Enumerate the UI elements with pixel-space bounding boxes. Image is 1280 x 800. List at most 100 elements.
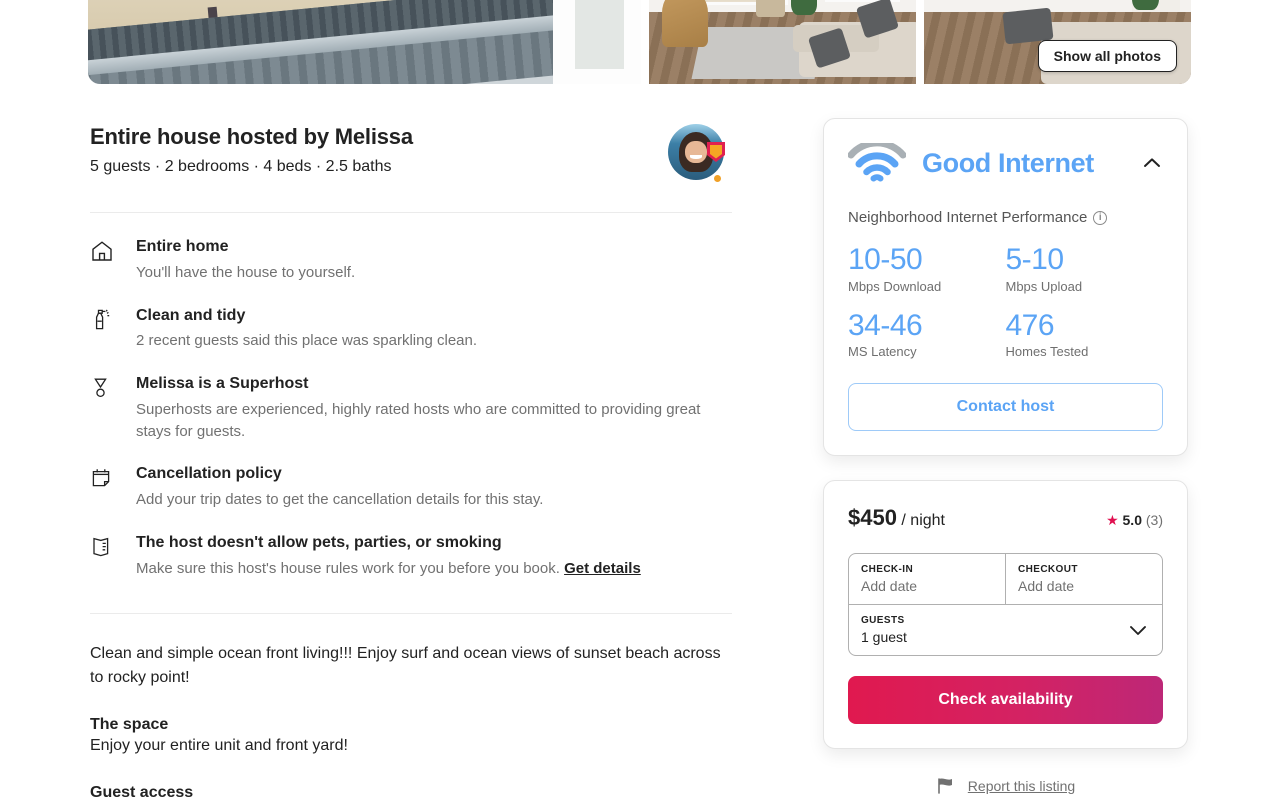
photo-layer bbox=[662, 0, 708, 47]
house-rules-icon bbox=[90, 533, 114, 580]
price-block: $450 / night bbox=[848, 505, 945, 531]
guests-label: GUESTS bbox=[861, 615, 905, 626]
divider bbox=[90, 212, 732, 213]
feature-item-house-rules: The host doesn't allow pets, parties, or… bbox=[90, 533, 732, 580]
internet-stat: 5-10 Mbps Upload bbox=[1006, 244, 1164, 294]
flag-icon bbox=[937, 778, 952, 794]
internet-performance-row: Neighborhood Internet Performance i bbox=[848, 209, 1163, 226]
feature-desc: 2 recent guests said this place was spar… bbox=[136, 332, 478, 350]
gallery-photo-living-room[interactable] bbox=[649, 0, 916, 84]
rating-block[interactable]: ★ 5.0 (3) bbox=[1106, 512, 1163, 529]
gallery-photo-dining-area[interactable]: Show all photos bbox=[924, 0, 1191, 84]
about-section: Clean and simple ocean front living!!! E… bbox=[90, 642, 732, 800]
stat-label: Mbps Download bbox=[848, 278, 942, 294]
guests-field[interactable]: GUESTS 1 guest bbox=[849, 604, 1162, 655]
booking-card: $450 / night ★ 5.0 (3) CHECK-IN Add date bbox=[823, 480, 1188, 749]
date-fields-row: CHECK-IN Add date CHECKOUT Add date bbox=[849, 554, 1162, 604]
feature-text: Clean and tidy 2 recent guests said this… bbox=[136, 306, 477, 353]
chevron-up-icon[interactable] bbox=[1141, 152, 1163, 174]
feature-item-entire-home: Entire home You'll have the house to you… bbox=[90, 237, 732, 284]
photo-layer bbox=[574, 0, 625, 70]
feature-desc: You'll have the house to yourself. bbox=[136, 263, 356, 281]
photo-layer bbox=[1002, 7, 1054, 45]
checkout-field[interactable]: CHECKOUT Add date bbox=[1006, 554, 1162, 604]
feature-text: Melissa is a Superhost Superhosts are ex… bbox=[136, 374, 732, 442]
star-icon: ★ bbox=[1106, 512, 1119, 528]
about-heading-the-space: The space bbox=[90, 716, 169, 734]
feature-item-cancellation-policy: Cancellation policy Add your trip dates … bbox=[90, 464, 732, 511]
listing-details: Entire house hosted by Melissa 5 guests … bbox=[90, 124, 732, 800]
feature-item-superhost: Melissa is a Superhost Superhosts are ex… bbox=[90, 374, 732, 442]
internet-stat: 34-46 MS Latency bbox=[848, 308, 1006, 359]
feature-text: Entire home You'll have the house to you… bbox=[136, 237, 355, 284]
host-avatar-wrap[interactable] bbox=[668, 124, 725, 184]
booking-fields: CHECK-IN Add date CHECKOUT Add date GUES… bbox=[848, 553, 1163, 656]
internet-title: Good Internet bbox=[922, 147, 1094, 178]
price-unit: / night bbox=[901, 512, 945, 529]
feature-list: Entire home You'll have the house to you… bbox=[90, 237, 732, 579]
host-header: Entire house hosted by Melissa 5 guests … bbox=[90, 124, 732, 184]
checkout-value: Add date bbox=[1018, 578, 1075, 594]
stat-value: 34-46 bbox=[848, 308, 923, 342]
photo-gallery: Show all photos bbox=[88, 0, 1191, 84]
host-heading-text: Entire house hosted by Melissa 5 guests … bbox=[90, 124, 413, 176]
stat-label: Mbps Upload bbox=[1005, 278, 1083, 294]
feature-item-clean-and-tidy: Clean and tidy 2 recent guests said this… bbox=[90, 306, 732, 353]
checkout-label: CHECKOUT bbox=[1018, 564, 1078, 575]
feature-title: Cancellation policy bbox=[136, 465, 282, 483]
contact-host-button[interactable]: Contact host bbox=[848, 383, 1163, 431]
rating-score: 5.0 bbox=[1122, 512, 1142, 528]
checkin-label: CHECK-IN bbox=[861, 564, 914, 575]
gallery-photo-beach-deck-view[interactable] bbox=[88, 0, 641, 84]
feature-title: Clean and tidy bbox=[136, 306, 246, 324]
sidebar: Good Internet Neighborhood Internet Perf… bbox=[823, 118, 1188, 795]
internet-stat: 476 Homes Tested bbox=[1005, 308, 1164, 359]
guests-text: GUESTS 1 guest bbox=[861, 615, 1126, 645]
divider bbox=[90, 613, 732, 615]
spray-bottle-icon bbox=[90, 306, 114, 353]
feature-title: The host doesn't allow pets, parties, or… bbox=[136, 533, 502, 551]
superhost-medal-icon bbox=[90, 374, 114, 442]
calendar-icon bbox=[90, 464, 114, 511]
report-listing-link[interactable]: Report this listing bbox=[968, 778, 1075, 794]
avatar-part bbox=[685, 140, 707, 164]
photo-layer bbox=[755, 0, 786, 18]
property-summary: 5 guests · 2 bedrooms · 4 beds · 2.5 bat… bbox=[90, 158, 392, 175]
superhost-badge-icon bbox=[707, 142, 725, 162]
listing-page: Show all photos Entire house hosted by M… bbox=[0, 0, 1280, 800]
about-body-the-space: Enjoy your entire unit and front yard! bbox=[90, 737, 348, 755]
report-listing-row[interactable]: Report this listing bbox=[823, 777, 1188, 795]
price-row: $450 / night ★ 5.0 (3) bbox=[848, 505, 1163, 531]
stat-value: 476 bbox=[1005, 308, 1055, 342]
guests-value: 1 guest bbox=[861, 629, 907, 645]
stat-value: 5-10 bbox=[1005, 243, 1065, 276]
feature-title: Entire home bbox=[136, 238, 229, 255]
page-title: Entire house hosted by Melissa bbox=[90, 124, 413, 149]
feature-desc: Make sure this host's house rules work f… bbox=[136, 558, 641, 580]
review-count: (3) bbox=[1145, 512, 1163, 528]
chevron-down-icon[interactable] bbox=[1126, 618, 1150, 642]
check-availability-button[interactable]: Check availability bbox=[848, 676, 1163, 724]
house-icon bbox=[90, 237, 114, 284]
about-intro: Clean and simple ocean front living!!! E… bbox=[90, 645, 721, 687]
feature-text: The host doesn't allow pets, parties, or… bbox=[136, 533, 641, 580]
feature-desc: Superhosts are experienced, highly rated… bbox=[136, 400, 701, 440]
internet-card: Good Internet Neighborhood Internet Perf… bbox=[823, 118, 1188, 456]
wifi-icon bbox=[848, 143, 906, 182]
stat-label: MS Latency bbox=[848, 344, 917, 359]
superhost-dot-icon bbox=[712, 173, 723, 184]
about-heading-guest-access: Guest access bbox=[90, 784, 194, 800]
checkin-field[interactable]: CHECK-IN Add date bbox=[849, 554, 1006, 604]
stat-label: Homes Tested bbox=[1005, 344, 1089, 359]
internet-stat: 10-50 Mbps Download bbox=[848, 244, 1006, 294]
stat-value: 10-50 bbox=[848, 243, 923, 276]
internet-header: Good Internet bbox=[848, 143, 1163, 183]
feature-desc: Add your trip dates to get the cancellat… bbox=[136, 491, 544, 509]
internet-stats-grid: 10-50 Mbps Download 5-10 Mbps Upload 34-… bbox=[848, 244, 1163, 359]
feature-desc-text: Make sure this host's house rules work f… bbox=[136, 559, 560, 577]
get-details-link[interactable]: Get details bbox=[564, 560, 641, 577]
internet-performance-label: Neighborhood Internet Performance bbox=[848, 209, 1088, 226]
show-all-photos-button[interactable]: Show all photos bbox=[1037, 40, 1177, 72]
feature-text: Cancellation policy Add your trip dates … bbox=[136, 464, 543, 511]
info-icon[interactable]: i bbox=[1093, 210, 1108, 225]
